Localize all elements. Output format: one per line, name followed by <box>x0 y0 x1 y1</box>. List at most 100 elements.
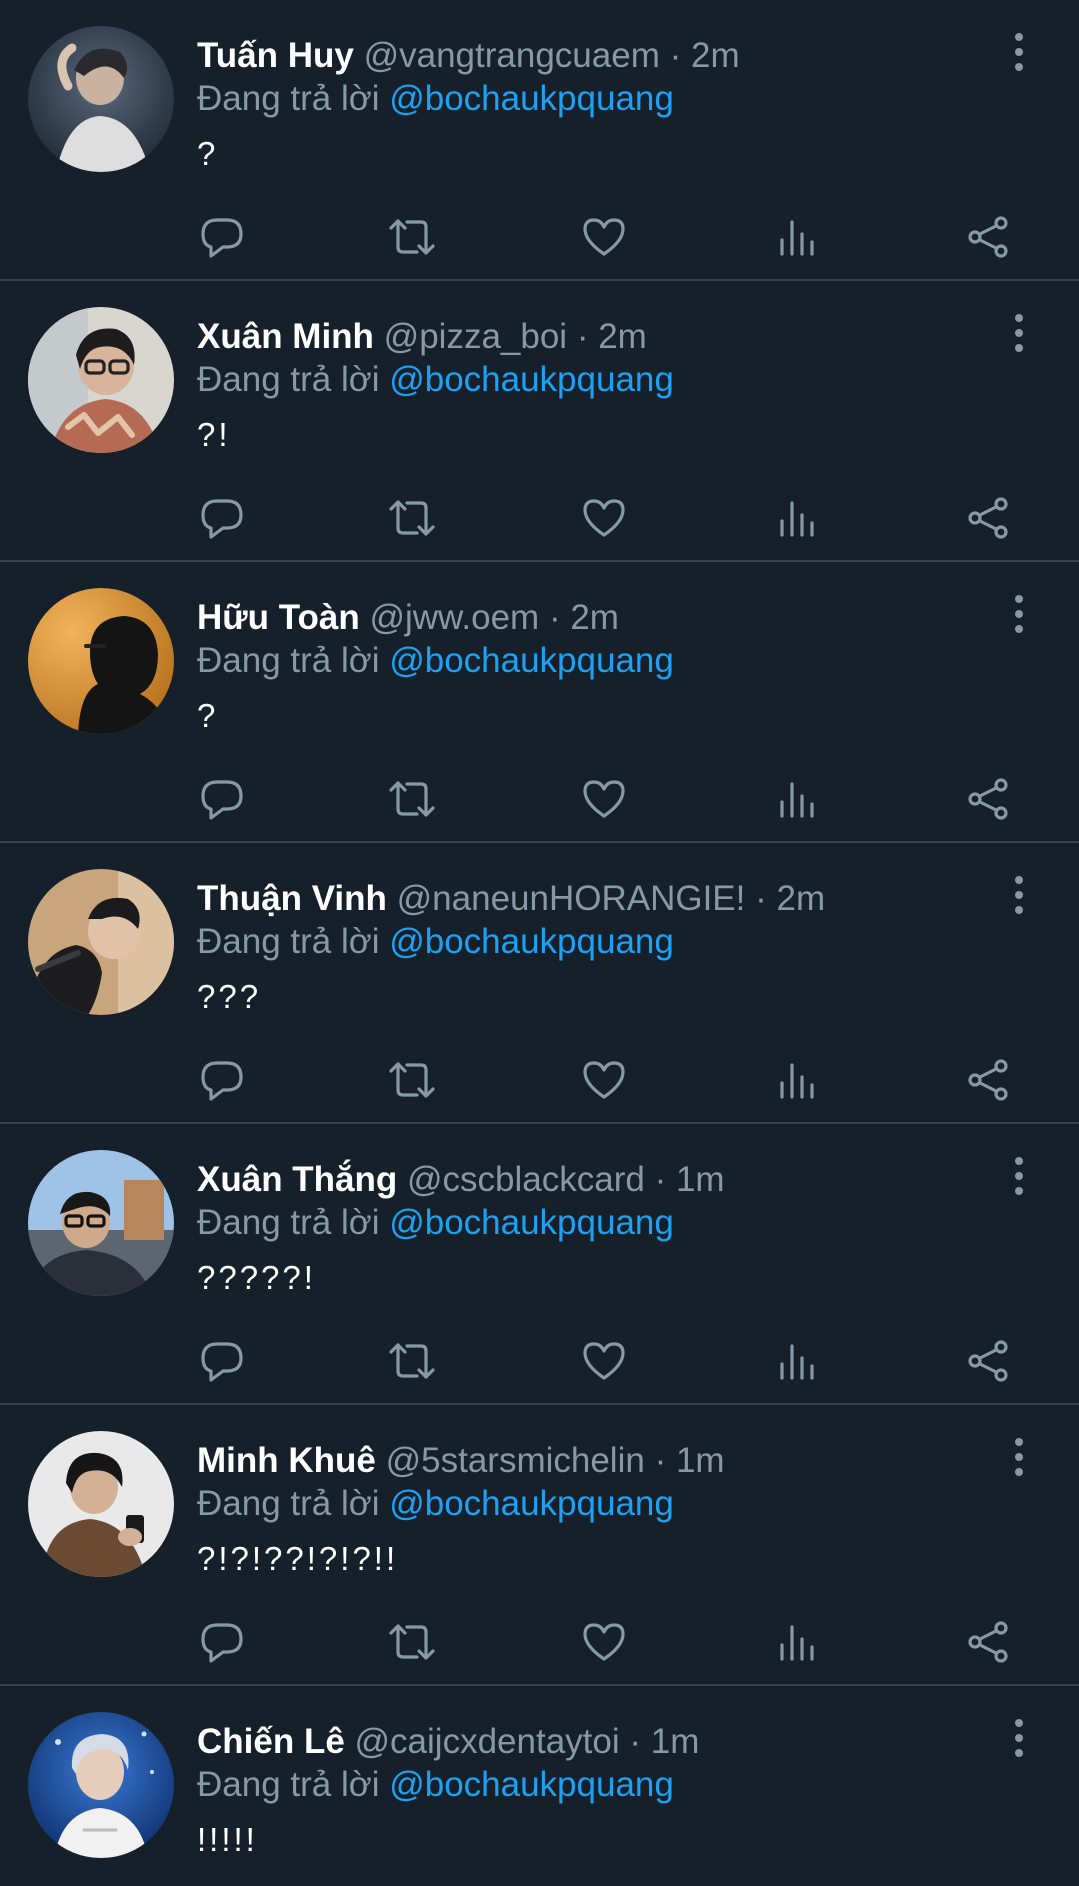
reply-target-link[interactable]: @bochaukpquang <box>389 1203 674 1242</box>
like-button[interactable] <box>579 1617 629 1667</box>
retweet-icon <box>389 781 435 817</box>
more-options-button[interactable] <box>999 30 1039 74</box>
analytics-icon <box>780 1063 814 1099</box>
like-button[interactable] <box>579 1055 629 1105</box>
tweet-item[interactable]: Minh Khuê @5starsmichelin · 1m Đang trả … <box>0 1405 1079 1686</box>
share-button[interactable] <box>964 1336 1014 1386</box>
tweet-item[interactable]: Xuân Thắng @cscblackcard · 1m Đang trả l… <box>0 1124 1079 1405</box>
reply-icon <box>201 1061 243 1101</box>
reply-button[interactable] <box>197 493 247 543</box>
reply-target-link[interactable]: @bochaukpquang <box>389 1765 674 1804</box>
reply-target-link[interactable]: @bochaukpquang <box>389 79 674 118</box>
avatar[interactable] <box>28 869 174 1015</box>
more-options-button[interactable] <box>999 1154 1039 1198</box>
like-button[interactable] <box>579 212 629 262</box>
retweet-button[interactable] <box>387 774 437 824</box>
share-button[interactable] <box>964 212 1014 262</box>
tweet-text: ?!?!??!?!?!! <box>197 1540 399 1577</box>
avatar[interactable] <box>28 1150 174 1296</box>
separator-dot: · <box>669 36 682 75</box>
analytics-button[interactable] <box>772 774 822 824</box>
more-options-button[interactable] <box>999 1435 1039 1479</box>
like-icon <box>583 1342 625 1380</box>
separator-dot: · <box>548 598 561 637</box>
analytics-button[interactable] <box>772 1617 822 1667</box>
user-handle[interactable]: @cscblackcard <box>407 1160 645 1199</box>
timestamp[interactable]: 2m <box>691 36 740 75</box>
tweet-text: ?????! <box>197 1259 316 1296</box>
like-button[interactable] <box>579 493 629 543</box>
share-button[interactable] <box>964 1055 1014 1105</box>
avatar[interactable] <box>28 26 174 172</box>
timestamp[interactable]: 2m <box>777 879 826 918</box>
tweet-item[interactable]: Thuận Vinh @naneunHORANGIE! · 2m Đang tr… <box>0 843 1079 1124</box>
user-handle[interactable]: @naneunHORANGIE! <box>397 879 746 918</box>
more-options-button[interactable] <box>999 873 1039 917</box>
share-button[interactable] <box>964 774 1014 824</box>
user-handle[interactable]: @pizza_boi <box>384 317 567 356</box>
display-name[interactable]: Xuân Minh <box>197 317 374 356</box>
retweet-button[interactable] <box>387 212 437 262</box>
like-button[interactable] <box>579 774 629 824</box>
more-vertical-icon <box>1015 1157 1023 1195</box>
display-name[interactable]: Hữu Toàn <box>197 598 360 637</box>
analytics-button[interactable] <box>772 493 822 543</box>
share-button[interactable] <box>964 1617 1014 1667</box>
reply-button[interactable] <box>197 212 247 262</box>
tweet-text: !!!!! <box>197 1821 258 1858</box>
avatar[interactable] <box>28 307 174 453</box>
avatar[interactable] <box>28 1712 174 1858</box>
analytics-button[interactable] <box>772 1336 822 1386</box>
tweet-item[interactable]: Tuấn Huy @vangtrangcuaem · 2m Đang trả l… <box>0 0 1079 281</box>
avatar[interactable] <box>28 588 174 734</box>
share-icon <box>968 1340 1008 1382</box>
retweet-button[interactable] <box>387 1055 437 1105</box>
retweet-button[interactable] <box>387 493 437 543</box>
analytics-button[interactable] <box>772 1055 822 1105</box>
tweet-item[interactable]: Hữu Toàn @jww.oem · 2m Đang trả lời @boc… <box>0 562 1079 843</box>
more-options-button[interactable] <box>999 592 1039 636</box>
display-name[interactable]: Tuấn Huy <box>197 36 354 75</box>
more-options-button[interactable] <box>999 311 1039 355</box>
tweet-actions <box>197 774 1027 824</box>
user-handle[interactable]: @5starsmichelin <box>386 1441 645 1480</box>
display-name[interactable]: Minh Khuê <box>197 1441 376 1480</box>
replying-to: Đang trả lời @bochaukpquang <box>197 74 674 124</box>
tweet-item[interactable]: Chiến Lê @caijcxdentaytoi · 1m Đang trả … <box>0 1686 1079 1886</box>
timestamp[interactable]: 1m <box>676 1441 725 1480</box>
analytics-icon <box>780 782 814 818</box>
more-vertical-icon <box>1015 314 1023 352</box>
display-name[interactable]: Chiến Lê <box>197 1722 345 1761</box>
reply-button[interactable] <box>197 1336 247 1386</box>
user-handle[interactable]: @jww.oem <box>369 598 539 637</box>
user-handle[interactable]: @vangtrangcuaem <box>364 36 660 75</box>
reply-button[interactable] <box>197 774 247 824</box>
more-options-button[interactable] <box>999 1716 1039 1760</box>
reply-target-link[interactable]: @bochaukpquang <box>389 922 674 961</box>
display-name[interactable]: Thuận Vinh <box>197 879 387 918</box>
like-icon <box>583 1623 625 1661</box>
reply-target-link[interactable]: @bochaukpquang <box>389 360 674 399</box>
reply-button[interactable] <box>197 1617 247 1667</box>
tweet-item[interactable]: Xuân Minh @pizza_boi · 2m Đang trả lời @… <box>0 281 1079 562</box>
like-button[interactable] <box>579 1336 629 1386</box>
retweet-button[interactable] <box>387 1336 437 1386</box>
tweet-actions <box>197 493 1027 543</box>
avatar[interactable] <box>28 1431 174 1577</box>
tweet-actions <box>197 1336 1027 1386</box>
like-icon <box>583 218 625 256</box>
reply-button[interactable] <box>197 1055 247 1105</box>
more-vertical-icon <box>1015 1438 1023 1476</box>
timestamp[interactable]: 1m <box>676 1160 725 1199</box>
user-handle[interactable]: @caijcxdentaytoi <box>355 1722 620 1761</box>
timestamp[interactable]: 2m <box>598 317 647 356</box>
reply-target-link[interactable]: @bochaukpquang <box>389 641 674 680</box>
display-name[interactable]: Xuân Thắng <box>197 1160 397 1199</box>
timestamp[interactable]: 2m <box>570 598 619 637</box>
reply-target-link[interactable]: @bochaukpquang <box>389 1484 674 1523</box>
analytics-icon <box>780 220 814 256</box>
timestamp[interactable]: 1m <box>651 1722 700 1761</box>
share-button[interactable] <box>964 493 1014 543</box>
analytics-button[interactable] <box>772 212 822 262</box>
retweet-button[interactable] <box>387 1617 437 1667</box>
